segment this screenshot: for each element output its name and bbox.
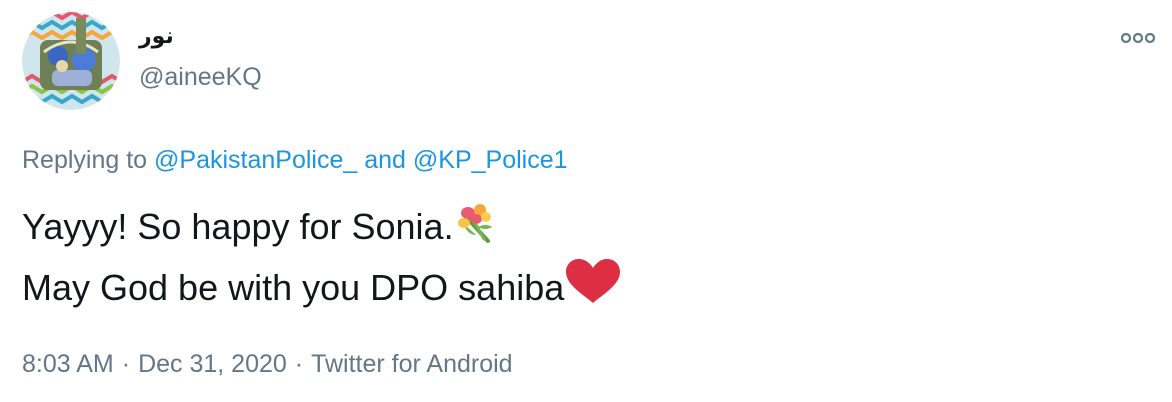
mention-link-kp-police[interactable]: @KP_Police1 bbox=[413, 146, 568, 174]
replying-to-label: Replying to bbox=[22, 146, 148, 174]
tweet-text: Yayyy! So happy for Sonia. May God be wi… bbox=[22, 200, 622, 319]
user-handle[interactable]: @aineeKQ bbox=[139, 62, 262, 92]
avatar-image bbox=[22, 12, 120, 110]
tweet-date-link[interactable]: Dec 31, 2020 bbox=[138, 350, 287, 378]
replying-conjunction: and bbox=[364, 146, 406, 174]
more-options-button[interactable] bbox=[1116, 26, 1160, 50]
red-heart-icon bbox=[564, 258, 622, 319]
tweet-timestamp-link[interactable]: 8:03 AM bbox=[22, 350, 114, 378]
replying-to: Replying to @PakistanPolice_ and @KP_Pol… bbox=[22, 144, 568, 176]
meta-separator: · bbox=[294, 350, 304, 378]
tweet-source-link[interactable]: Twitter for Android bbox=[311, 350, 512, 378]
tweet-line-1: Yayyy! So happy for Sonia. bbox=[22, 200, 622, 258]
meta-separator: · bbox=[121, 350, 131, 378]
mention-link-pakistanpolice[interactable]: @PakistanPolice_ bbox=[154, 146, 357, 174]
bouquet-icon bbox=[454, 201, 496, 258]
user-avatar-icon[interactable] bbox=[22, 12, 120, 110]
tweet-meta: 8:03 AM · Dec 31, 2020 · Twitter for Android bbox=[22, 348, 513, 380]
tweet-line-2-text: May God be with you DPO sahiba bbox=[22, 267, 565, 308]
display-name[interactable]: نور bbox=[139, 22, 174, 50]
more-options-icon bbox=[1121, 32, 1155, 44]
tweet-line-1-text: Yayyy! So happy for Sonia. bbox=[22, 206, 454, 247]
tweet-card: نور @aineeKQ Replying to @PakistanPolice… bbox=[0, 0, 1172, 402]
tweet-line-2: May God be with you DPO sahiba bbox=[22, 258, 622, 319]
